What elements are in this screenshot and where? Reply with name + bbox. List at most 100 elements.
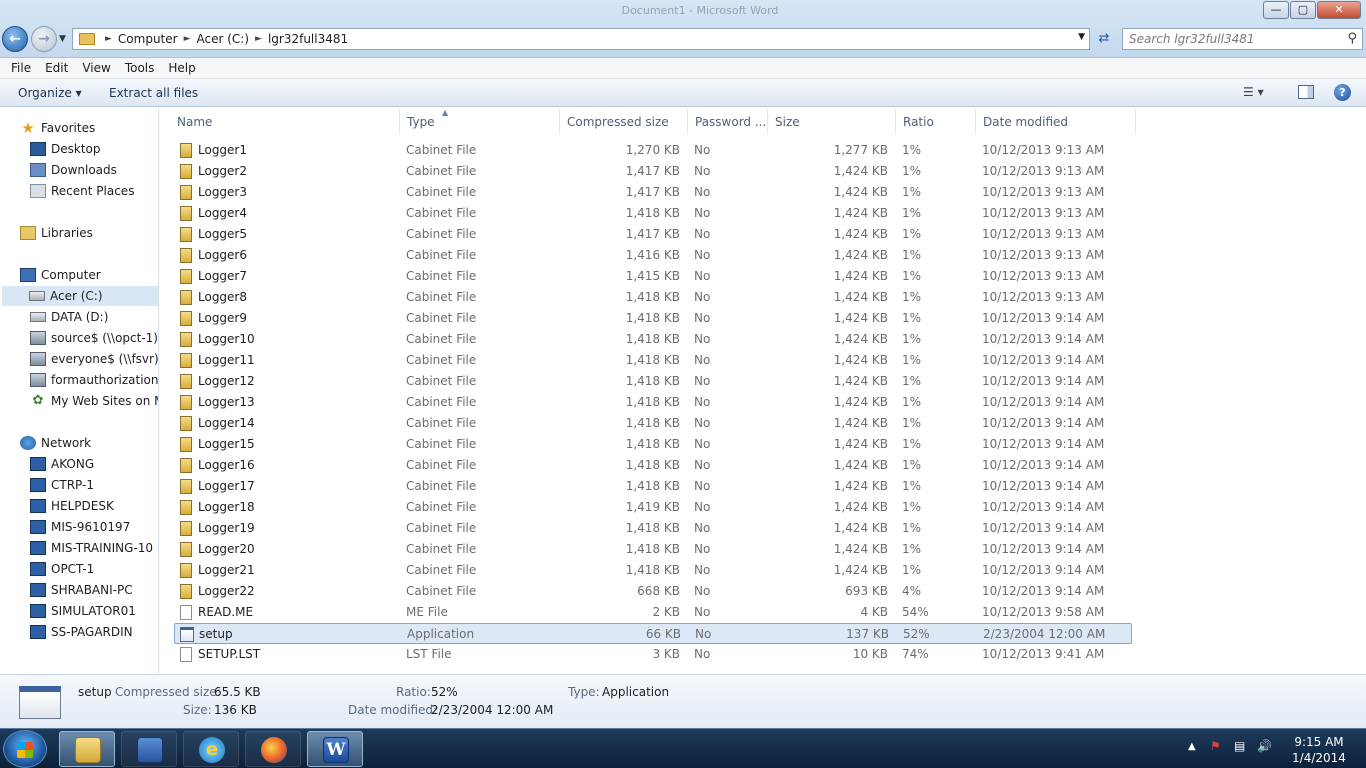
nav-network-pc[interactable]: CTRP-1 xyxy=(30,475,94,495)
file-row[interactable]: Logger9 Cabinet File 1,418 KB No 1,424 KB 1% 1… xyxy=(174,308,1132,329)
volume-icon[interactable]: 🔊 xyxy=(1257,739,1272,768)
file-compressed-size: 3 KB xyxy=(652,647,680,661)
back-button[interactable]: ← xyxy=(2,26,28,52)
organize-button[interactable]: Organize ▾ xyxy=(18,86,82,100)
file-row[interactable]: Logger17 Cabinet File 1,418 KB No 1,424 KB 1%… xyxy=(174,476,1132,497)
file-row[interactable]: Logger15 Cabinet File 1,418 KB No 1,424 KB 1%… xyxy=(174,434,1132,455)
details-compressed-value: 65.5 KB xyxy=(214,685,261,699)
menu-edit[interactable]: Edit xyxy=(38,61,75,75)
recent-pages-dropdown[interactable]: ▼ xyxy=(59,34,66,44)
file-row[interactable]: SETUP.LST LST File 3 KB No 10 KB 74% 10/12/201… xyxy=(174,644,1132,665)
file-name: Logger22 xyxy=(198,584,255,598)
column-header-compressed-size[interactable]: Compressed size xyxy=(560,108,688,134)
chevron-down-icon[interactable]: ▼ xyxy=(1078,32,1085,42)
file-row[interactable]: Logger14 Cabinet File 1,418 KB No 1,424 KB 1%… xyxy=(174,413,1132,434)
file-row[interactable]: Logger11 Cabinet File 1,418 KB No 1,424 KB 1%… xyxy=(174,350,1132,371)
chevron-right-icon[interactable]: ► xyxy=(184,34,191,44)
breadcrumb-acer-c[interactable]: Acer (C:) xyxy=(197,32,250,46)
address-bar[interactable]: ► Computer ► Acer (C:) ► lgr32full3481 ▼ xyxy=(72,28,1090,50)
column-header-password[interactable]: Password ... xyxy=(688,108,768,134)
file-row[interactable]: Logger2 Cabinet File 1,417 KB No 1,424 KB 1% 1… xyxy=(174,161,1132,182)
change-view-icon[interactable]: ☰ ▾ xyxy=(1243,85,1264,99)
breadcrumb-computer[interactable]: Computer xyxy=(118,32,178,46)
show-hidden-icons-icon[interactable]: ▲ xyxy=(1188,741,1196,768)
nav-formauthorization[interactable]: formauthorization (\ xyxy=(30,370,158,390)
help-icon[interactable]: ? xyxy=(1334,84,1351,101)
nav-acer-c[interactable]: Acer (C:) xyxy=(2,286,158,306)
column-header-type[interactable]: Type xyxy=(400,108,560,134)
menu-file[interactable]: File xyxy=(4,61,38,75)
nav-network-pc[interactable]: HELPDESK xyxy=(30,496,114,516)
nav-downloads[interactable]: Downloads xyxy=(30,160,117,180)
file-row[interactable]: Logger3 Cabinet File 1,417 KB No 1,424 KB 1% 1… xyxy=(174,182,1132,203)
file-row[interactable]: Logger21 Cabinet File 1,418 KB No 1,424 KB 1%… xyxy=(174,560,1132,581)
nav-desktop[interactable]: Desktop xyxy=(30,139,101,159)
taskbar-internet-explorer[interactable]: e xyxy=(183,731,239,767)
forward-button[interactable]: → xyxy=(31,26,57,52)
file-row[interactable]: Logger10 Cabinet File 1,418 KB No 1,424 KB 1%… xyxy=(174,329,1132,350)
nav-my-web-sites[interactable]: ✿ My Web Sites on MS xyxy=(30,391,158,411)
maximize-button[interactable]: ▢ xyxy=(1290,1,1316,19)
nav-source-share[interactable]: source$ (\\opct-1) (J xyxy=(30,328,158,348)
cabinet-file-icon xyxy=(180,227,192,242)
file-row[interactable]: Logger4 Cabinet File 1,418 KB No 1,424 KB 1% 1… xyxy=(174,203,1132,224)
file-compressed-size: 1,418 KB xyxy=(625,416,680,430)
file-row[interactable]: Logger8 Cabinet File 1,418 KB No 1,424 KB 1% 1… xyxy=(174,287,1132,308)
menu-help[interactable]: Help xyxy=(161,61,202,75)
file-row[interactable]: Logger12 Cabinet File 1,418 KB No 1,424 KB 1%… xyxy=(174,371,1132,392)
nav-everyone-share[interactable]: everyone$ (\\fsvr) (Y xyxy=(30,349,158,369)
column-header-name[interactable]: Name xyxy=(170,108,400,134)
chevron-right-icon[interactable]: ► xyxy=(105,34,112,44)
taskbar-firefox[interactable] xyxy=(245,731,301,767)
folder-icon xyxy=(79,33,95,45)
file-row[interactable]: Logger6 Cabinet File 1,416 KB No 1,424 KB 1% 1… xyxy=(174,245,1132,266)
file-row[interactable]: READ.ME ME File 2 KB No 4 KB 54% 10/12/2013 9:… xyxy=(174,602,1132,623)
file-row[interactable]: Logger7 Cabinet File 1,415 KB No 1,424 KB 1% 1… xyxy=(174,266,1132,287)
file-row[interactable]: Logger13 Cabinet File 1,418 KB No 1,424 KB 1%… xyxy=(174,392,1132,413)
nav-network-pc[interactable]: SHRABANI-PC xyxy=(30,580,133,600)
close-button[interactable]: ✕ xyxy=(1317,1,1361,19)
nav-recent-places[interactable]: Recent Places xyxy=(30,181,134,201)
nav-computer[interactable]: Computer xyxy=(20,265,101,285)
menu-view[interactable]: View xyxy=(75,61,117,75)
file-row[interactable]: Logger22 Cabinet File 668 KB No 693 KB 4% 10/1… xyxy=(174,581,1132,602)
nav-network-pc[interactable]: MIS-TRAINING-10 xyxy=(30,538,153,558)
minimize-button[interactable]: — xyxy=(1263,1,1289,19)
breadcrumb-folder[interactable]: lgr32full3481 xyxy=(268,32,348,46)
search-input[interactable]: Search lgr32full3481 ⚲ xyxy=(1122,28,1363,50)
file-row[interactable]: Logger19 Cabinet File 1,418 KB No 1,424 KB 1%… xyxy=(174,518,1132,539)
taskbar-word[interactable]: W xyxy=(307,731,363,767)
column-header-date-modified[interactable]: Date modified xyxy=(976,108,1136,134)
search-icon[interactable]: ⚲ xyxy=(1347,31,1357,46)
nav-network-pc[interactable]: OPCT-1 xyxy=(30,559,94,579)
nav-libraries[interactable]: Libraries xyxy=(20,223,93,243)
preview-pane-icon[interactable] xyxy=(1298,85,1314,99)
file-row[interactable]: setup Application 66 KB No 137 KB 52% 2/23/200… xyxy=(174,623,1132,644)
network-status-icon[interactable]: ▤ xyxy=(1234,739,1245,768)
nav-network-pc[interactable]: AKONG xyxy=(30,454,94,474)
action-center-flag-icon[interactable]: ⚑ xyxy=(1210,739,1221,768)
file-ratio: 1% xyxy=(902,458,922,472)
column-header-ratio[interactable]: Ratio xyxy=(896,108,976,134)
system-clock[interactable]: 9:15 AM 1/4/2014 xyxy=(1284,734,1354,766)
file-row[interactable]: Logger1 Cabinet File 1,270 KB No 1,277 KB 1% 1… xyxy=(174,140,1132,161)
file-row[interactable]: Logger20 Cabinet File 1,418 KB No 1,424 KB 1%… xyxy=(174,539,1132,560)
start-button[interactable] xyxy=(3,730,47,768)
extract-all-button[interactable]: Extract all files xyxy=(109,86,198,100)
taskbar-explorer[interactable] xyxy=(59,731,115,767)
refresh-icon[interactable]: ⇄ xyxy=(1094,29,1114,49)
nav-data-d[interactable]: DATA (D:) xyxy=(30,307,108,327)
menu-tools[interactable]: Tools xyxy=(118,61,162,75)
nav-favorites[interactable]: ★ Favorites xyxy=(20,118,95,138)
taskbar-media-player[interactable] xyxy=(121,731,177,767)
file-row[interactable]: Logger5 Cabinet File 1,417 KB No 1,424 KB 1% 1… xyxy=(174,224,1132,245)
column-header-size[interactable]: Size xyxy=(768,108,896,134)
nav-network-pc[interactable]: SS-PAGARDIN xyxy=(30,622,133,642)
file-row[interactable]: Logger16 Cabinet File 1,418 KB No 1,424 KB 1%… xyxy=(174,455,1132,476)
nav-network-pc[interactable]: MIS-9610197 xyxy=(30,517,130,537)
nav-network[interactable]: Network xyxy=(20,433,91,453)
chevron-right-icon[interactable]: ► xyxy=(255,34,262,44)
cabinet-file-icon xyxy=(180,269,192,284)
file-row[interactable]: Logger18 Cabinet File 1,419 KB No 1,424 KB 1%… xyxy=(174,497,1132,518)
nav-network-pc[interactable]: SIMULATOR01 xyxy=(30,601,136,621)
